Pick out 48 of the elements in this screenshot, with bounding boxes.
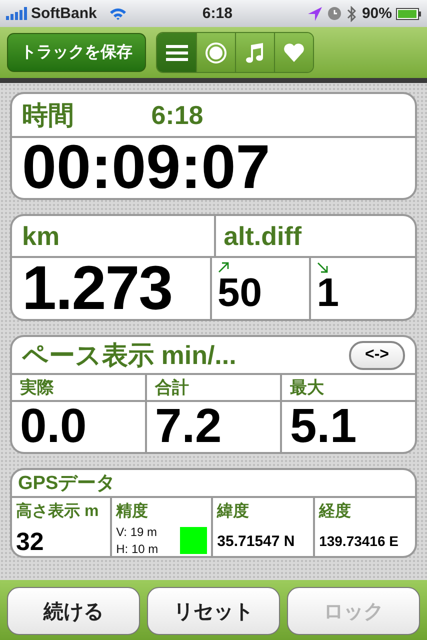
menu-icon [166,44,188,62]
bluetooth-icon [346,6,356,22]
location-arrow-icon [308,6,322,20]
pace-value: 0.0 [20,403,87,451]
altitude-value: 32 [16,530,44,555]
descent-value: 1 [316,273,339,313]
carrier-name: SoftBank [31,5,97,22]
view-segment[interactable] [157,33,196,72]
view-segment[interactable] [274,33,313,72]
longitude-label: 経度 [319,501,352,522]
pace-column-label: 実際 [20,377,54,399]
pace-value: 5.1 [290,403,357,451]
battery-icon [396,8,421,20]
altitude-diff-label: alt.diff [224,220,302,252]
heart-icon [283,42,305,62]
pace-column-label: 最大 [290,377,324,399]
longitude-value: 139.73416 E [319,534,398,548]
pace-toggle-button[interactable]: <-> [349,340,405,370]
pace-label: ペース表示 min/... [22,338,236,372]
record-icon [205,42,227,64]
time-label: 時間 [22,98,74,132]
clock-icon [328,7,341,20]
accuracy-label: 精度 [116,501,148,522]
status-time: 6:18 [202,5,232,22]
elapsed-time: 00:09:07 [22,137,270,198]
distance-label: km [22,220,60,252]
clock-time: 6:18 [151,100,204,130]
save-track-button[interactable]: トラックを保存 [7,33,146,72]
up-arrow-icon [218,262,228,273]
horizontal-accuracy: H: 10 m [116,540,158,556]
view-segment[interactable] [235,33,274,72]
vertical-accuracy: V: 19 m [116,524,158,541]
signal-icon [6,7,28,20]
music-note-icon [245,42,265,64]
pace-column-label: 合計 [155,377,189,399]
altitude-label: 高さ表示 m [16,501,99,522]
wifi-icon [108,7,127,20]
battery-percent: 90% [362,5,392,22]
latitude-value: 35.71547 N [217,534,295,549]
view-segment[interactable] [196,33,235,72]
ascent-value: 50 [218,273,262,313]
action-button[interactable]: リセット [147,587,280,635]
action-button[interactable]: 続ける [7,587,140,635]
latitude-label: 緯度 [217,501,250,522]
gps-label: GPSデータ [18,472,116,496]
distance-value: 1.273 [22,258,172,319]
down-arrow-icon [316,262,328,273]
pace-value: 7.2 [155,403,222,451]
